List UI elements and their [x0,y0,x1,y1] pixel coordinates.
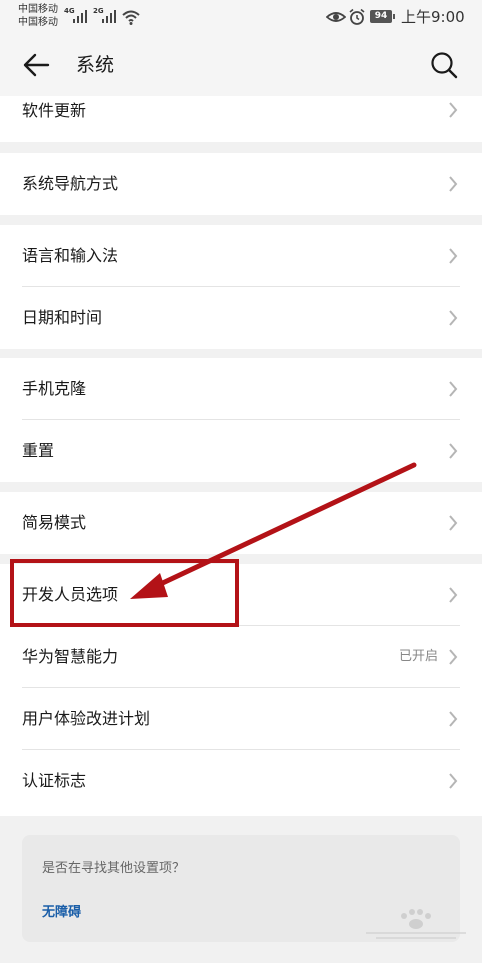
accessibility-link[interactable]: 无障碍 [42,901,81,920]
row-label: 简易模式 [22,513,87,532]
app-bar: 系统 [0,34,482,96]
alarm-icon [349,8,365,25]
row-label: 系统导航方式 [22,174,119,193]
signal-icon [73,10,87,23]
chevron-right-icon [449,248,458,264]
chevron-right-icon [449,381,458,397]
suggestion-question: 是否在寻找其他设置项？ [42,861,186,876]
settings-row-user-experience[interactable]: 用户体验改进计划 [0,688,482,750]
row-label: 软件更新 [22,101,87,120]
row-label: 语言和输入法 [22,246,119,265]
chevron-right-icon [449,176,458,192]
status-bar: 中国移动 中国移动 4G 2G 94 上午9:00 [0,0,482,34]
chevron-right-icon [449,515,458,531]
row-label: 手机克隆 [22,379,87,398]
settings-row-huawei-intelligence[interactable]: 华为智慧能力 已开启 [0,626,482,688]
baidu-watermark-icon [366,909,466,939]
chevron-right-icon [449,102,458,118]
settings-row-simple-mode[interactable]: 简易模式 [0,492,482,554]
back-arrow-icon[interactable] [22,52,50,78]
battery-icon: 94 [370,10,395,23]
settings-row-language-input[interactable]: 语言和输入法 [0,225,482,287]
settings-group: 手机克隆 重置 [0,358,482,482]
chevron-right-icon [449,443,458,459]
settings-row-navigation[interactable]: 系统导航方式 [0,153,482,215]
signal-icon [102,10,116,23]
settings-row-certification[interactable]: 认证标志 [0,750,482,812]
carrier-label-1: 中国移动 [18,4,58,15]
chevron-right-icon [449,310,458,326]
search-icon[interactable] [429,50,459,80]
settings-group: 语言和输入法 日期和时间 [0,225,482,349]
annotation-highlight-box [10,559,239,627]
chevron-right-icon [449,649,458,665]
row-label: 用户体验改进计划 [22,709,151,728]
row-label: 华为智慧能力 [22,647,119,666]
page-title: 系统 [76,54,115,76]
settings-row-software-update[interactable]: 软件更新 [0,96,482,142]
settings-group: 系统导航方式 [0,153,482,215]
chevron-right-icon [449,587,458,603]
chevron-right-icon [449,711,458,727]
settings-row-phone-clone[interactable]: 手机克隆 [0,358,482,420]
settings-row-date-time[interactable]: 日期和时间 [0,287,482,349]
chevron-right-icon [449,773,458,789]
row-label: 日期和时间 [22,308,103,327]
carrier-label-2: 中国移动 [18,17,58,28]
settings-group: 简易模式 [0,492,482,554]
wifi-icon [122,10,140,25]
row-label: 重置 [22,441,55,460]
settings-group: 软件更新 [0,96,482,142]
row-status-value: 已开启 [398,649,438,664]
settings-row-reset[interactable]: 重置 [0,420,482,482]
eye-comfort-icon [326,12,346,22]
row-label: 认证标志 [22,771,87,790]
status-time: 上午9:00 [401,8,465,26]
